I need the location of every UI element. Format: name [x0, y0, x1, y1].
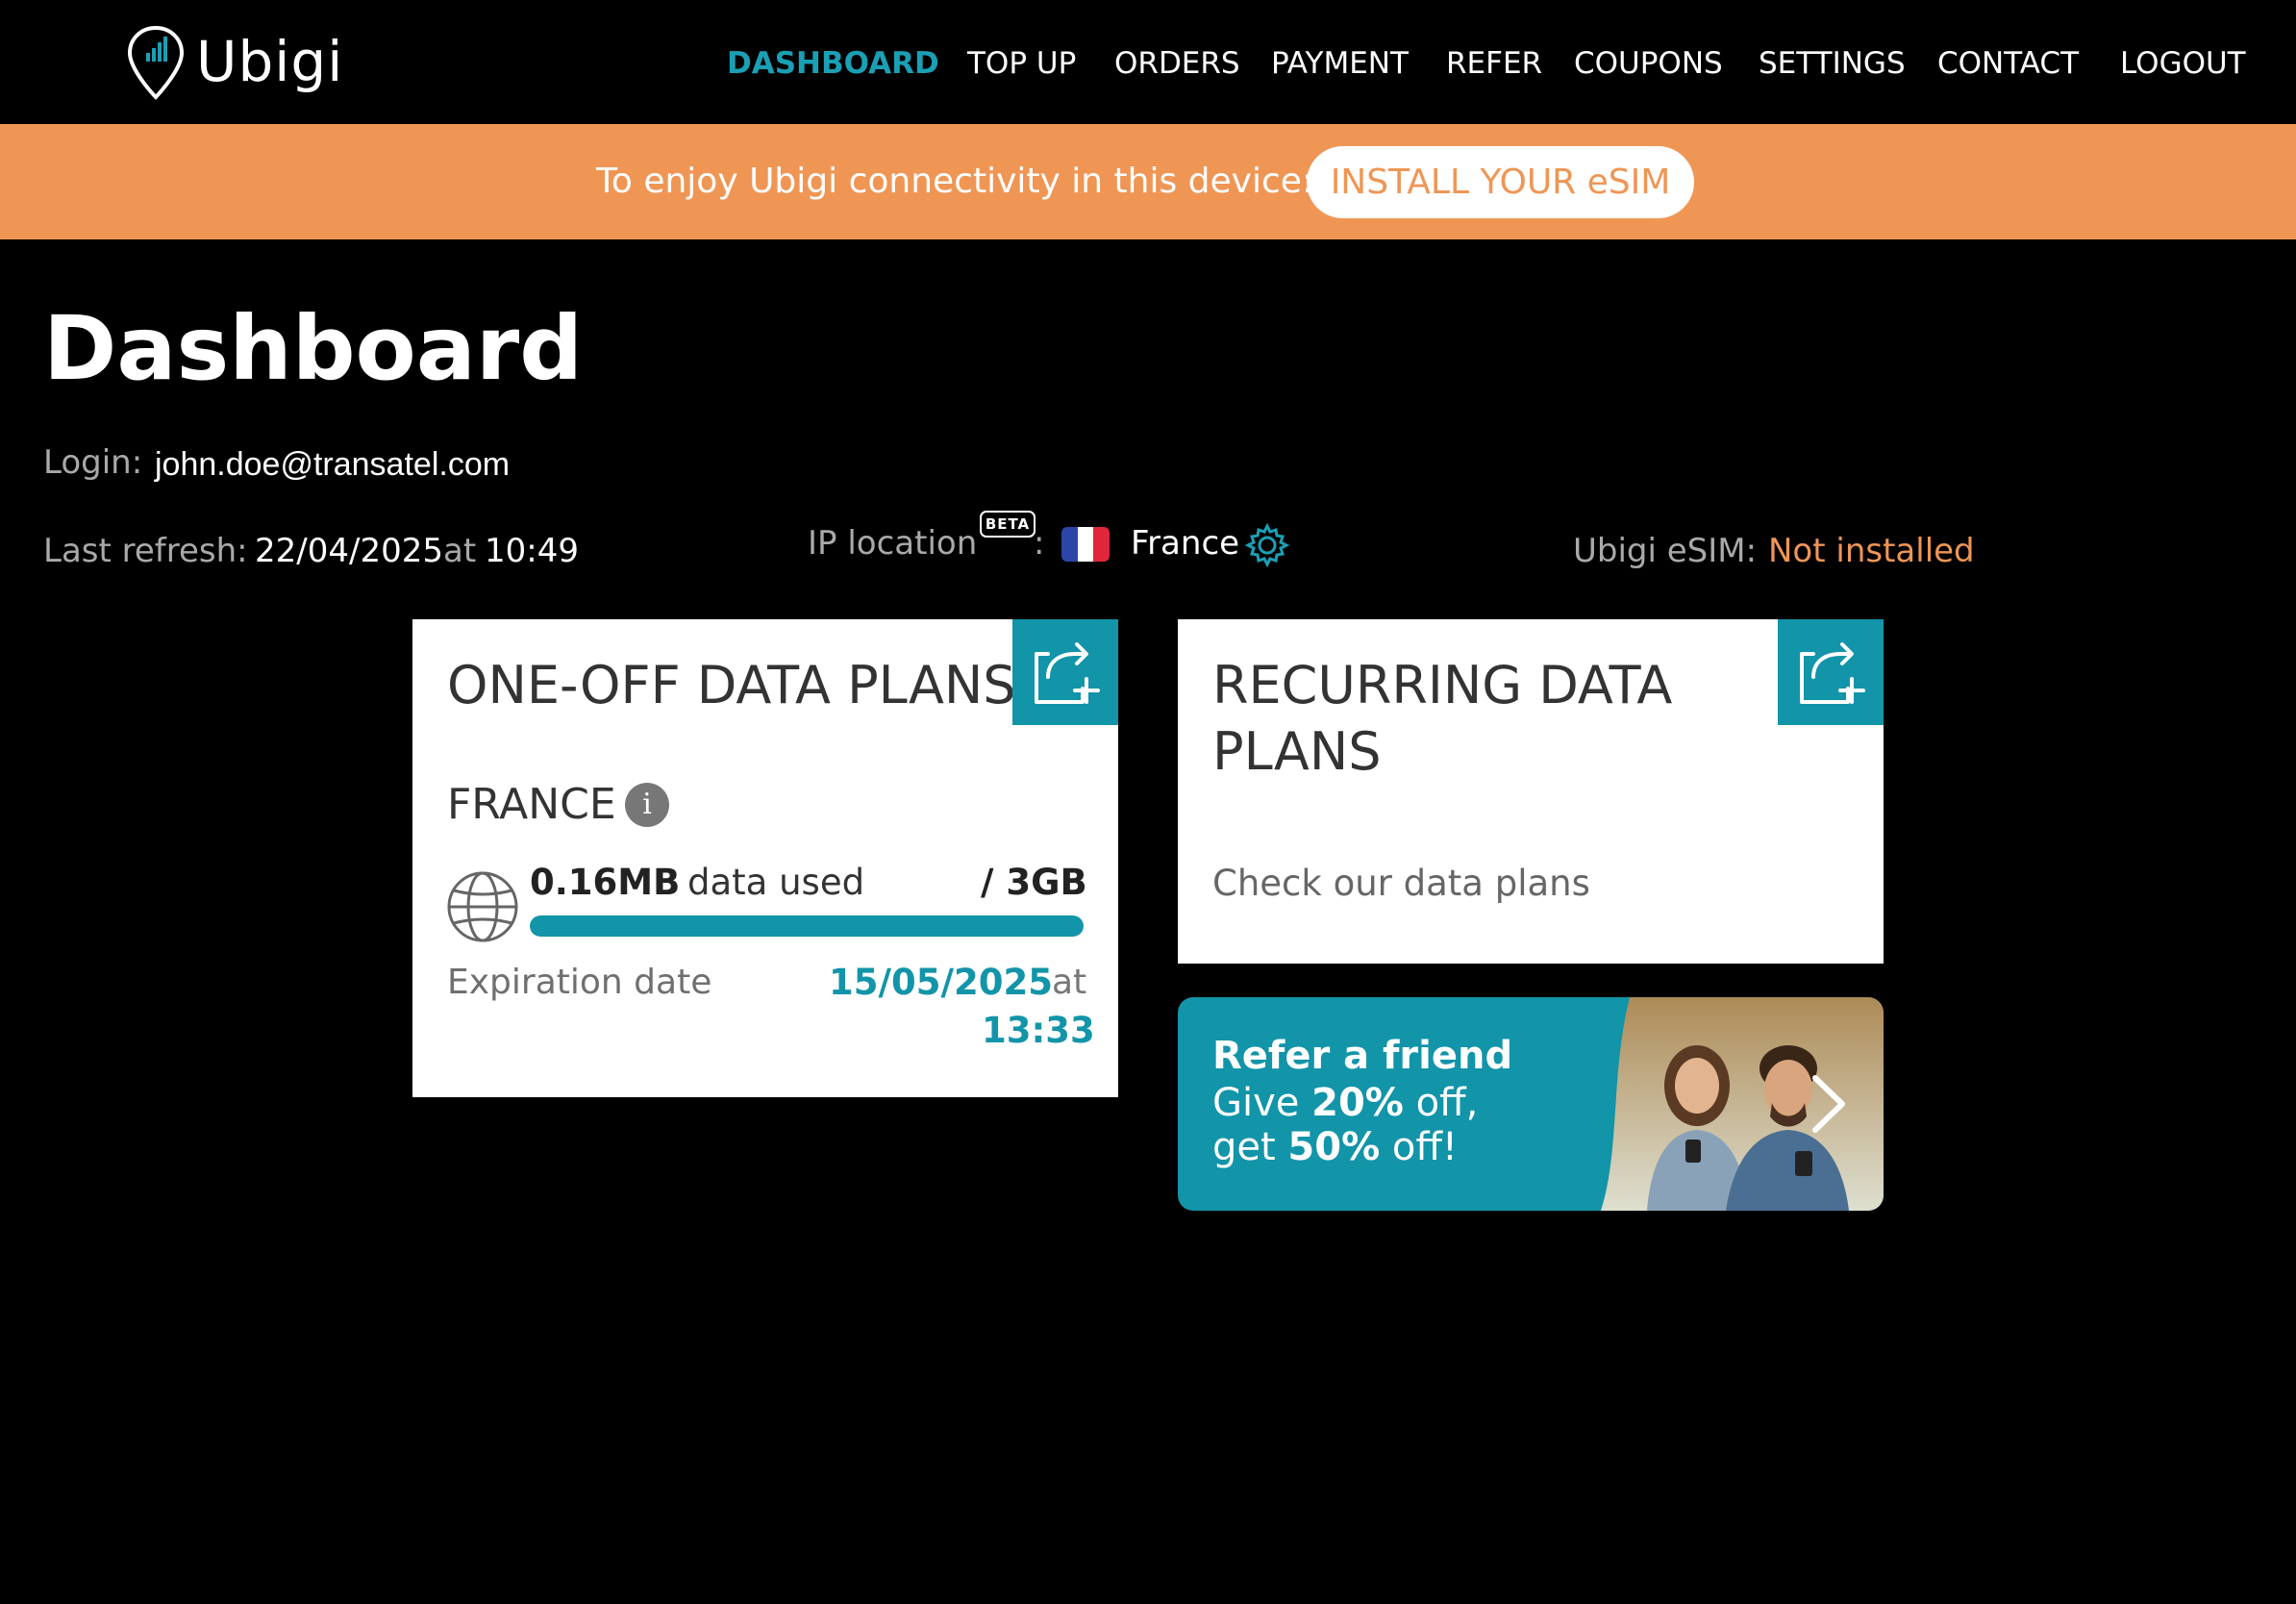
- expiration-date: 15/05/2025: [829, 962, 1053, 1003]
- nav-coupons[interactable]: COUPONS: [1574, 45, 1723, 82]
- add-one-off-plan-button[interactable]: [1012, 619, 1118, 725]
- login-value: john.doe@transatel.com: [155, 446, 511, 483]
- nav-refer[interactable]: REFER: [1446, 45, 1542, 82]
- data-total-amount: / 3GB: [981, 862, 1087, 903]
- ip-location-colon: :: [1034, 524, 1045, 563]
- info-icon[interactable]: i: [625, 783, 669, 827]
- refer-give-percent: 20%: [1311, 1081, 1404, 1125]
- data-used-amount: 0.16MB: [530, 862, 681, 903]
- last-refresh-date: 22/04/2025: [255, 532, 443, 570]
- last-refresh-label: Last refresh:: [43, 532, 248, 570]
- recurring-card-title-line2: PLANS: [1212, 721, 1382, 782]
- app-logo-text[interactable]: Ubigi: [196, 23, 343, 100]
- expiration-at: at: [1052, 963, 1087, 1002]
- refer-give-post: off,: [1403, 1081, 1479, 1125]
- refer-give-pre: Give: [1212, 1081, 1312, 1125]
- top-nav-bar: Ubigi DASHBOARD TOP UP ORDERS PAYMENT RE…: [0, 0, 2296, 124]
- last-refresh-time: 10:49: [485, 532, 579, 570]
- esim-status: Not installed: [1768, 532, 1975, 570]
- recurring-card-title-line1: RECURRING DATA: [1212, 655, 1673, 715]
- esim-label: Ubigi eSIM:: [1573, 532, 1758, 570]
- refer-line-get: get 50% off!: [1212, 1124, 1458, 1170]
- ip-location-country: France: [1131, 524, 1240, 563]
- beta-badge: BETA: [980, 511, 1036, 538]
- refer-get-post: off!: [1380, 1125, 1458, 1169]
- login-label: Login:: [43, 443, 143, 482]
- data-used-label: data used: [687, 862, 865, 903]
- location-pin-signal-icon[interactable]: [126, 24, 186, 103]
- nav-payment[interactable]: PAYMENT: [1271, 45, 1409, 82]
- refer-title: Refer a friend: [1212, 1034, 1513, 1078]
- plan-country: FRANCE: [447, 780, 616, 829]
- nav-top-up[interactable]: TOP UP: [967, 45, 1076, 82]
- refer-line-give: Give 20% off,: [1212, 1080, 1478, 1126]
- banner-text: To enjoy Ubigi connectivity in this devi…: [596, 162, 1314, 201]
- last-refresh-at: at: [443, 532, 477, 570]
- chevron-right-icon[interactable]: [1808, 1072, 1850, 1136]
- check-data-plans-link[interactable]: Check our data plans: [1212, 862, 1590, 906]
- data-usage-progress-bar: [530, 915, 1084, 937]
- refer-get-pre: get: [1212, 1125, 1288, 1169]
- install-esim-banner: To enjoy Ubigi connectivity in this devi…: [0, 124, 2296, 239]
- data-usage-progress-fill: [530, 915, 1084, 937]
- refer-get-percent: 50%: [1287, 1125, 1381, 1169]
- refer-a-friend-banner[interactable]: Refer a friend Give 20% off, get 50% off…: [1178, 997, 1884, 1211]
- ip-location-label: IP location: [808, 524, 978, 563]
- add-recurring-plan-button[interactable]: [1778, 619, 1884, 725]
- add-to-box-icon: [1035, 642, 1100, 704]
- install-esim-button[interactable]: INSTALL YOUR eSIM: [1307, 146, 1694, 218]
- expiration-label: Expiration date: [447, 963, 712, 1002]
- one-off-card-title: ONE-OFF DATA PLANS: [447, 655, 1016, 715]
- gear-icon[interactable]: [1244, 522, 1290, 568]
- nav-settings[interactable]: SETTINGS: [1759, 45, 1906, 82]
- nav-orders[interactable]: ORDERS: [1114, 45, 1240, 82]
- page-title: Dashboard: [43, 297, 584, 400]
- nav-dashboard[interactable]: DASHBOARD: [727, 45, 939, 82]
- globe-icon: [447, 871, 518, 942]
- nav-contact[interactable]: CONTACT: [1937, 45, 2079, 82]
- expiration-time: 13:33: [982, 1010, 1095, 1051]
- france-flag-icon: [1061, 527, 1110, 562]
- nav-logout[interactable]: LOGOUT: [2120, 45, 2246, 82]
- add-to-box-icon: [1800, 642, 1865, 704]
